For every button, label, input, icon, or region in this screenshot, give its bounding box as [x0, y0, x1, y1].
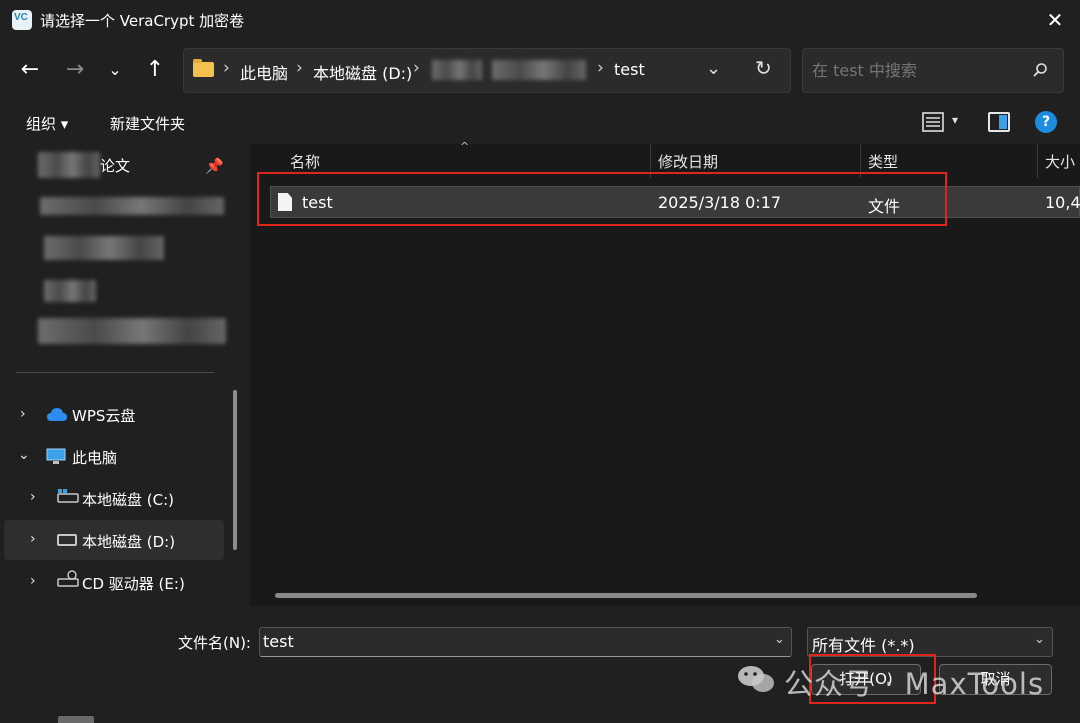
blurred-breadcrumb [492, 60, 586, 80]
column-header-size[interactable]: 大小 [1045, 151, 1075, 172]
filename-value[interactable]: test [263, 632, 294, 651]
sidebar-divider [16, 372, 214, 373]
forward-button[interactable]: → [58, 53, 92, 87]
view-dropdown-icon[interactable]: ▾ [952, 113, 958, 127]
pin-icon: 📌 [205, 157, 224, 175]
help-icon[interactable]: ? [1035, 111, 1057, 133]
computer-icon [46, 448, 66, 464]
window-title: 请选择一个 VeraCrypt 加密卷 [40, 12, 245, 30]
refresh-button[interactable]: ↻ [755, 56, 772, 80]
watermark-text: 公众号 · MaxTools [784, 667, 1045, 701]
breadcrumb-separator: › [597, 58, 604, 78]
blurred-pinned-item[interactable] [40, 197, 224, 215]
cd-drive-icon [57, 570, 79, 587]
column-header-type[interactable]: 类型 [868, 151, 898, 172]
drive-icon [57, 534, 77, 546]
cloud-icon [47, 408, 67, 421]
expand-chevron-icon[interactable]: › [20, 406, 26, 422]
filetype-value[interactable]: 所有文件 (*.*) [812, 632, 915, 656]
blurred-pinned-item[interactable] [38, 318, 226, 344]
expand-chevron-icon[interactable]: › [30, 489, 36, 505]
filetype-dropdown-icon[interactable]: ⌄ [1034, 632, 1045, 647]
filename-label: 文件名(N): [178, 634, 251, 652]
column-header-modified[interactable]: 修改日期 [658, 151, 718, 172]
column-divider[interactable] [1037, 144, 1038, 178]
organize-button[interactable]: 组织 ▾ [26, 113, 68, 134]
bottom-stub [58, 716, 94, 723]
blurred-breadcrumb [432, 60, 482, 80]
close-button[interactable]: ✕ [1040, 6, 1070, 34]
breadcrumb-this-pc[interactable]: 此电脑 [240, 60, 288, 84]
sidebar-item-drive-d[interactable]: 本地磁盘 (D:) [82, 531, 175, 552]
blurred-pinned-item[interactable] [38, 152, 100, 178]
annotation-highlight-box [257, 172, 947, 226]
up-button[interactable]: ↑ [138, 53, 172, 87]
column-header-name[interactable]: 名称 [290, 151, 320, 172]
new-folder-button[interactable]: 新建文件夹 [110, 113, 185, 134]
search-icon[interactable] [1032, 62, 1048, 78]
breadcrumb-separator: › [296, 58, 303, 78]
blurred-pinned-item[interactable] [44, 236, 164, 260]
file-size: 10,4 [1045, 193, 1080, 212]
address-dropdown-icon[interactable]: ⌄ [706, 58, 721, 79]
breadcrumb-test[interactable]: test [614, 60, 645, 79]
horizontal-scrollbar[interactable] [275, 593, 977, 598]
search-input[interactable] [812, 61, 1022, 80]
breadcrumb-separator: › [413, 58, 420, 78]
sidebar-item-cd-drive[interactable]: CD 驱动器 (E:) [82, 573, 185, 594]
filename-input[interactable] [259, 627, 792, 657]
sidebar-item-drive-c[interactable]: 本地磁盘 (C:) [82, 489, 174, 510]
system-drive-icon [57, 489, 79, 503]
sidebar-item-this-pc[interactable]: 此电脑 [72, 447, 117, 468]
filename-dropdown-icon[interactable]: ⌄ [774, 632, 785, 647]
expand-chevron-icon[interactable]: › [30, 531, 36, 547]
breadcrumb-separator: › [223, 58, 230, 78]
veracrypt-app-icon: VC [12, 10, 32, 30]
sidebar-item-wps-cloud[interactable]: WPS云盘 [72, 405, 135, 426]
expand-chevron-icon[interactable]: › [30, 573, 36, 589]
sidebar-scrollbar[interactable] [233, 390, 237, 550]
recent-locations-button[interactable]: ⌄ [98, 53, 132, 87]
blurred-pinned-item[interactable] [44, 280, 96, 302]
sidebar-pinned-label: 论文 [100, 157, 131, 175]
view-details-icon[interactable] [922, 112, 944, 132]
breadcrumb-drive-d[interactable]: 本地磁盘 (D:) [313, 60, 412, 84]
back-button[interactable]: ← [13, 53, 47, 87]
sort-ascending-icon: ^ [460, 140, 470, 153]
collapse-chevron-icon[interactable]: ⌄ [18, 447, 30, 463]
wechat-icon [738, 666, 774, 692]
preview-pane-icon[interactable] [988, 112, 1010, 132]
folder-icon [193, 59, 214, 77]
